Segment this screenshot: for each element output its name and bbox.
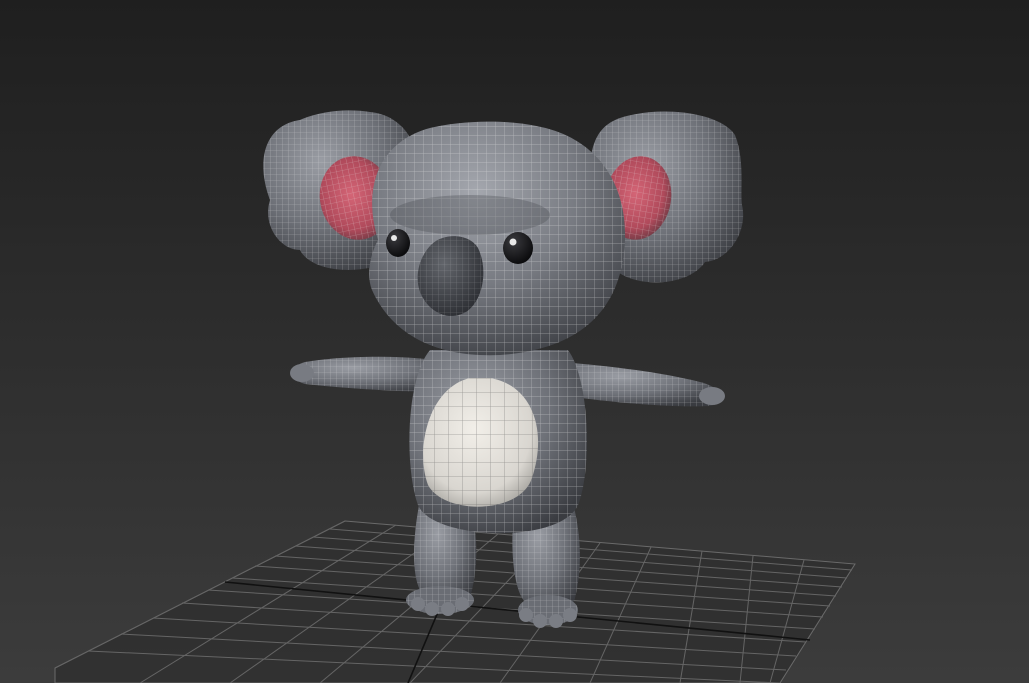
3d-viewport[interactable]	[0, 0, 1029, 683]
left-eye	[386, 229, 410, 257]
right-eye	[503, 232, 533, 264]
